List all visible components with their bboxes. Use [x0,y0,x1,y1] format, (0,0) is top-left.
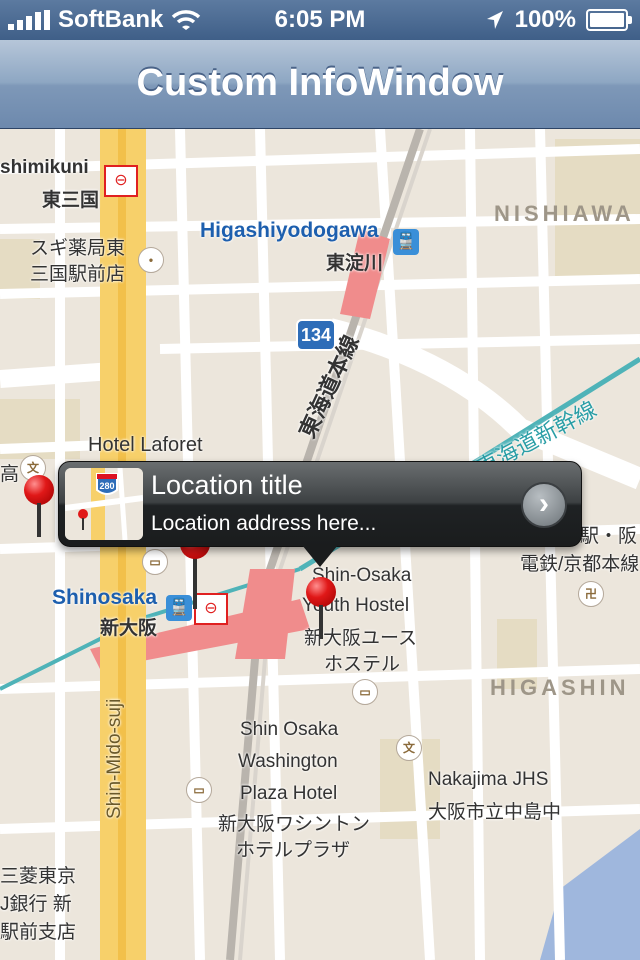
status-right-group: 100% [485,6,632,34]
map-label-taka: 高 [0,464,20,485]
disclosure-button[interactable]: › [521,482,567,528]
rail-station-icon: 🚆 [393,229,419,255]
map-label-mido-suji: Shin-Mido-suji [104,698,125,819]
shinosaka-rail-icon: 🚆 [166,595,192,621]
map-label-sugi-2: 三国駅前店 [30,264,126,285]
map-label-washington-2: Washington [238,751,338,772]
map-pin-left[interactable] [24,475,54,537]
status-bar: SoftBank 6:05 PM 100% [0,0,640,40]
info-window[interactable]: 280 Location title Location address here… [58,461,582,567]
map-view[interactable]: shimikuni 東三国 ⊖ スギ薬局東 三国駅前店 • Higashiyod… [0,129,640,960]
map-label-shimikuni: shimikuni [0,157,89,178]
map-label-washington-3: Plaza Hotel [240,783,338,804]
battery-percent: 100% [514,6,576,33]
map-label-hotel-laforet: Hotel Laforet [88,434,203,456]
map-label-bank-2: J銀行 新 [0,894,72,915]
map-label-shinosaka: Shinosaka [52,586,158,609]
map-label-washington-5: ホテルプラザ [236,840,351,861]
temple-poi-icon: 卍 [578,581,604,607]
map-label-bank-1: 三菱東京 [0,866,77,887]
shop-poi-icon: • [138,247,164,273]
map-label-higashiyodogawa-jp: 東淀川 [326,253,384,274]
washington-school-icon: 文 [396,735,422,761]
hotel-poi-icon: ▭ [142,549,168,575]
map-label-nakajima-2: 大阪市立中島中 [428,802,562,823]
info-window-pointer [302,545,338,567]
map-label-sugi-1: スギ薬局東 [30,238,126,259]
map-label-nishiawa: NISHIAWA [494,201,635,226]
map-pin-selected[interactable] [306,577,336,639]
map-label-nakajima-1: Nakajima JHS [428,769,549,790]
shinosaka-metro-icon: ⊖ [194,593,228,625]
map-label-shinosaka-jp: 新大阪 [100,618,158,639]
route-280-shield: 280 [99,481,114,491]
map-label-station-1: 駅・阪 [580,526,638,547]
map-label-station-2: 電鉄/京都本線 [520,554,640,575]
map-label-bank-3: 駅前支店 [0,922,77,943]
map-label-higashin: HIGASHIN [490,675,630,700]
metro-station-icon: ⊖ [104,165,138,197]
nav-title: Custom InfoWindow [136,62,504,104]
battery-icon [586,9,632,31]
chevron-right-icon: › [539,487,549,520]
location-arrow-icon [486,11,503,29]
map-label-washington-1: Shin Osaka [240,719,339,740]
map-label-higashiyodogawa: Higashiyodogawa [200,219,379,242]
map-label-higashimikuni: 東三国 [42,190,100,211]
hostel-poi-icon: ▭ [352,679,378,705]
info-window-title: Location title [151,470,303,500]
map-label-youth-4: ホステル [324,654,401,675]
map-label-washington-4: 新大阪ワシントン [218,814,371,835]
washington-hotel-icon: ▭ [186,777,212,803]
location-thumbnail: 280 [65,468,143,540]
navigation-bar: Custom InfoWindow [0,40,640,129]
info-window-address: Location address here... [151,512,377,535]
